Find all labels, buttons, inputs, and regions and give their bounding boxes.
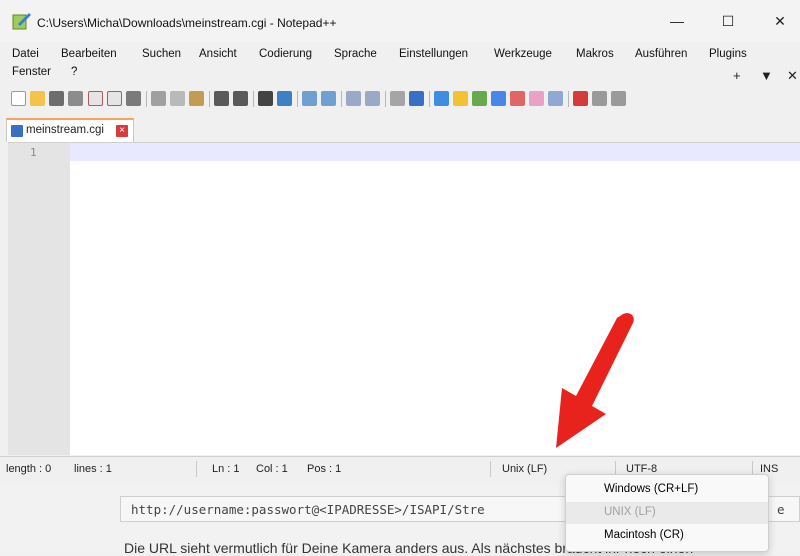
zoom-in-icon[interactable] xyxy=(302,91,317,106)
menu-einstellungen[interactable]: Einstellungen xyxy=(399,48,468,60)
maximize-button[interactable]: ☐ xyxy=(708,8,748,34)
show-all-chars-icon[interactable] xyxy=(409,91,424,106)
menu-item-label: UNIX (LF) xyxy=(604,506,656,518)
menu-suchen[interactable]: Suchen xyxy=(142,48,181,60)
save-status-icon xyxy=(11,125,23,137)
menu-bearbeiten[interactable]: Bearbeiten xyxy=(61,48,117,60)
eol-format-menu: Windows (CR+LF) UNIX (LF) Macintosh (CR) xyxy=(565,474,769,552)
sync-horizontal-icon[interactable] xyxy=(365,91,380,106)
copy-icon[interactable] xyxy=(170,91,185,106)
find-icon[interactable] xyxy=(258,91,273,106)
status-col: Col : 1 xyxy=(256,463,288,475)
menu-item-label: Windows (CR+LF) xyxy=(604,483,699,495)
close-all-icon[interactable] xyxy=(107,91,122,106)
new-file-icon[interactable] xyxy=(11,91,26,106)
document-map-icon[interactable] xyxy=(472,91,487,106)
monitoring-icon[interactable] xyxy=(529,91,544,106)
toolbar-separator xyxy=(209,91,210,107)
menu-sprache[interactable]: Sprache xyxy=(334,48,377,60)
function-list-icon[interactable] xyxy=(491,91,506,106)
status-separator xyxy=(490,461,491,477)
current-line-highlight xyxy=(70,143,800,161)
tab-meinstream-cgi[interactable]: meinstream.cgi × xyxy=(6,118,134,142)
menu-datei[interactable]: Datei xyxy=(12,48,39,60)
menu-item-macintosh-cr[interactable]: Macintosh (CR) xyxy=(566,525,768,547)
menu-ansicht[interactable]: Ansicht xyxy=(199,48,237,60)
zoom-out-icon[interactable] xyxy=(321,91,336,106)
menu-plugins[interactable]: Plugins xyxy=(709,48,747,60)
menu-item-unix-lf: UNIX (LF) xyxy=(566,502,768,524)
play-macro-icon[interactable] xyxy=(611,91,626,106)
toolbar-separator xyxy=(341,91,342,107)
cut-icon[interactable] xyxy=(151,91,166,106)
stop-macro-icon[interactable] xyxy=(592,91,607,106)
save-icon[interactable] xyxy=(49,91,64,106)
line-number: 1 xyxy=(30,146,37,159)
preview-icon[interactable] xyxy=(548,91,563,106)
menu-item-label: Macintosh (CR) xyxy=(604,529,684,541)
code-url-tail: e xyxy=(777,502,785,517)
word-wrap-icon[interactable] xyxy=(390,91,405,106)
toolbar-separator xyxy=(297,91,298,107)
notepadpp-app-icon xyxy=(12,13,31,30)
menu-ausfuehren[interactable]: Ausführen xyxy=(635,48,687,60)
menu-makros[interactable]: Makros xyxy=(576,48,614,60)
status-lines: lines : 1 xyxy=(74,463,112,475)
open-file-icon[interactable] xyxy=(30,91,45,106)
tab-label: meinstream.cgi xyxy=(26,124,104,136)
status-pos: Pos : 1 xyxy=(307,463,342,475)
minimize-button[interactable]: — xyxy=(657,8,697,34)
toolbar-separator xyxy=(568,91,569,107)
status-eol-format[interactable]: Unix (LF) xyxy=(502,463,547,475)
editor-area[interactable]: 1 xyxy=(8,142,800,455)
menu-item-windows-crlf[interactable]: Windows (CR+LF) xyxy=(566,479,768,501)
close-file-icon[interactable] xyxy=(88,91,103,106)
sync-vertical-icon[interactable] xyxy=(346,91,361,106)
title-bar: C:\Users\Micha\Downloads\meinstream.cgi … xyxy=(0,0,800,42)
toolbar-separator xyxy=(253,91,254,107)
close-button[interactable]: ✕ xyxy=(760,8,800,34)
undo-icon[interactable] xyxy=(214,91,229,106)
code-url-text: http://username:passwort@<IPADRESSE>/ISA… xyxy=(131,502,485,517)
status-ln: Ln : 1 xyxy=(212,463,240,475)
toolbar-separator xyxy=(429,91,430,107)
menu-codierung[interactable]: Codierung xyxy=(259,48,312,60)
status-separator xyxy=(196,461,197,477)
line-number-gutter: 1 xyxy=(8,143,70,455)
replace-icon[interactable] xyxy=(277,91,292,106)
toolbar-separator xyxy=(385,91,386,107)
indent-guide-icon[interactable] xyxy=(434,91,449,106)
notepadpp-window: C:\Users\Micha\Downloads\meinstream.cgi … xyxy=(0,0,800,484)
close-document-button[interactable]: ✕ xyxy=(787,68,798,84)
tab-close-button[interactable]: × xyxy=(116,125,128,137)
menu-help[interactable]: ? xyxy=(71,66,77,78)
new-tab-button[interactable]: + xyxy=(733,68,741,83)
tab-list-dropdown-button[interactable]: ▼ xyxy=(760,68,773,83)
window-title: C:\Users\Micha\Downloads\meinstream.cgi … xyxy=(37,16,337,30)
print-icon[interactable] xyxy=(126,91,141,106)
folder-workspace-icon[interactable] xyxy=(510,91,525,106)
menu-werkzeuge[interactable]: Werkzeuge xyxy=(494,48,552,60)
record-macro-icon[interactable] xyxy=(573,91,588,106)
status-length: length : 0 xyxy=(6,463,52,475)
paste-icon[interactable] xyxy=(189,91,204,106)
toolbar-separator xyxy=(146,91,147,107)
toolbar xyxy=(0,88,800,112)
menu-bar: Datei Bearbeiten Suchen Ansicht Codierun… xyxy=(0,44,800,80)
menu-fenster[interactable]: Fenster xyxy=(12,66,51,78)
redo-icon[interactable] xyxy=(233,91,248,106)
tab-bar: meinstream.cgi × xyxy=(0,114,800,142)
save-all-icon[interactable] xyxy=(68,91,83,106)
red-annotation-arrow xyxy=(556,313,634,448)
user-language-icon[interactable] xyxy=(453,91,468,106)
